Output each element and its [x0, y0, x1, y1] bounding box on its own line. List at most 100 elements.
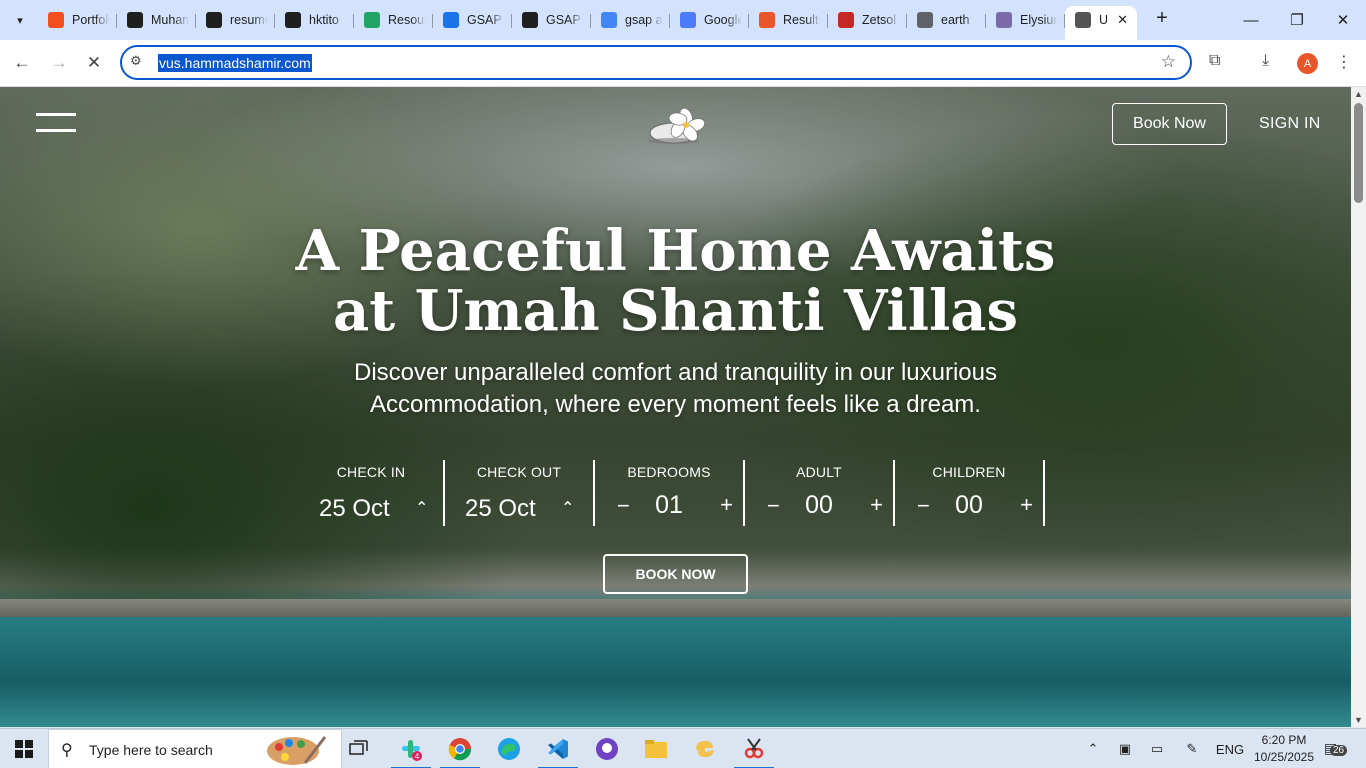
github-icon — [285, 12, 301, 28]
taskbar-app-edge[interactable] — [485, 729, 533, 768]
adult-increment-button[interactable]: + — [870, 492, 883, 518]
browser-tab[interactable]: Elysium — [986, 6, 1065, 34]
browser-tab-label: Elysium — [1020, 13, 1058, 27]
browser-tab-label: Portfolio — [72, 13, 110, 27]
chevron-up-icon[interactable]: ⌃ — [561, 498, 574, 518]
minimize-button[interactable]: — — [1228, 0, 1274, 40]
taskbar-app-github-desktop[interactable] — [583, 729, 631, 768]
browser-tab[interactable]: hktito — [275, 6, 354, 34]
site-icon — [1075, 12, 1091, 28]
extensions-icon[interactable]: ⧉ — [1209, 52, 1220, 70]
puzzle-icon — [364, 12, 380, 28]
openai-icon — [206, 12, 222, 28]
language-indicator[interactable]: ENG — [1212, 729, 1248, 768]
nav-book-now-button[interactable]: Book Now — [1112, 103, 1227, 145]
browser-tab[interactable]: resume — [196, 6, 275, 34]
close-tab-icon[interactable]: ✕ — [1117, 12, 1128, 28]
check-out-value[interactable]: 25 Oct — [465, 495, 536, 523]
taskbar-app-slack[interactable]: 4 — [387, 729, 435, 768]
results-icon — [759, 12, 775, 28]
taskbar-app-python[interactable] — [681, 729, 729, 768]
slack-icon: 4 — [402, 740, 422, 761]
scrollbar-thumb[interactable] — [1354, 103, 1363, 203]
taskbar-app-vscode[interactable] — [534, 729, 582, 768]
close-window-button[interactable]: ✕ — [1320, 0, 1366, 40]
notification-count-badge: 26 — [1330, 745, 1348, 756]
snipping-tool-icon — [744, 738, 764, 759]
children-increment-button[interactable]: + — [1020, 492, 1033, 518]
tab-list: Portfolio Muhammad resume hktito Resources GS… — [38, 6, 1137, 40]
hamburger-menu-icon[interactable] — [36, 113, 76, 135]
hero-subtitle-line1: Discover unparalleled comfort and tranqu… — [354, 359, 997, 386]
forward-button[interactable]: → — [44, 48, 74, 78]
address-bar[interactable]: ⚙ vus.hammadshamir.com ☆ — [120, 45, 1192, 80]
children-stepper: CHILDREN − 00 + — [895, 460, 1045, 526]
browser-tab[interactable]: Results — [749, 6, 828, 34]
browser-tab[interactable]: gsap a — [591, 6, 670, 34]
github-desktop-icon — [596, 738, 618, 760]
site-info-icon[interactable]: ⚙ — [130, 53, 142, 69]
browser-tab[interactable]: earth — [907, 6, 986, 34]
new-tab-button[interactable]: + — [1151, 8, 1173, 30]
tab-search-dropdown-icon[interactable]: ▾ — [6, 7, 34, 33]
scroll-up-arrow-icon[interactable]: ▲ — [1354, 89, 1363, 99]
search-icon: ⚲ — [61, 742, 73, 759]
downloads-icon[interactable]: ⤓ — [1262, 52, 1269, 70]
sign-in-link[interactable]: SIGN IN — [1259, 115, 1321, 133]
clock-date: 10/25/2025 — [1253, 750, 1315, 764]
python-icon — [696, 740, 714, 758]
system-clock[interactable]: 6:20 PM 10/25/2025 — [1253, 732, 1315, 766]
tray-overflow-chevron-icon[interactable]: ⌃ — [1082, 729, 1104, 768]
url-text[interactable]: vus.hammadshamir.com — [158, 54, 312, 72]
bolt-icon — [443, 12, 459, 28]
meet-now-icon[interactable]: ▣ — [1114, 729, 1136, 768]
scroll-down-arrow-icon[interactable]: ▼ — [1354, 715, 1363, 725]
globe-icon — [917, 12, 933, 28]
check-in-field[interactable]: CHECK IN 25 Oct ⌃ — [299, 460, 445, 526]
browser-tab[interactable]: Portfolio — [38, 6, 117, 34]
task-view-glyph-icon — [349, 740, 368, 755]
check-out-field[interactable]: CHECK OUT 25 Oct ⌃ — [445, 460, 595, 526]
browser-tab-label: Google — [704, 13, 742, 27]
taskbar-app-chrome[interactable] — [436, 729, 484, 768]
browser-tab[interactable]: Google — [670, 6, 749, 34]
stop-loading-button[interactable]: ✕ — [79, 48, 109, 78]
browser-tab-label: Muhammad — [151, 13, 189, 27]
frangipani-logo-icon[interactable] — [646, 103, 708, 147]
check-in-value[interactable]: 25 Oct — [319, 495, 390, 523]
hero-title-line2: at Umah Shanti Villas — [332, 278, 1019, 344]
taskbar-app-file-explorer[interactable] — [632, 729, 680, 768]
browser-tab[interactable]: Muhammad — [117, 6, 196, 34]
adult-label: ADULT — [796, 464, 842, 480]
task-view-icon[interactable] — [335, 729, 383, 768]
browser-tab[interactable]: Zetsol — [828, 6, 907, 34]
adult-stepper: ADULT − 00 + — [745, 460, 895, 526]
back-button[interactable]: ← — [7, 48, 37, 78]
browser-tab[interactable]: GSAP — [512, 6, 591, 34]
notification-center-icon[interactable]: ▤26 — [1324, 740, 1348, 757]
hero-title-line1: A Peaceful Home Awaits — [295, 218, 1056, 284]
browser-tab[interactable]: U ✕ — [1065, 6, 1137, 40]
bedrooms-increment-button[interactable]: + — [720, 492, 733, 518]
profile-avatar[interactable]: A — [1297, 53, 1318, 74]
check-in-label: CHECK IN — [336, 464, 406, 480]
page-scrollbar[interactable]: ▲ ▼ — [1351, 87, 1366, 727]
browser-menu-icon[interactable]: ⋮ — [1336, 52, 1352, 72]
book-now-submit-button[interactable]: BOOK NOW — [603, 554, 748, 594]
taskbar-search-box[interactable]: ⚲ Type here to search — [48, 729, 342, 768]
bookmark-star-icon[interactable]: ☆ — [1161, 52, 1176, 72]
browser-tab[interactable]: GSAP — [433, 6, 512, 34]
browser-tab[interactable]: Resources — [354, 6, 433, 34]
restore-button[interactable]: ❐ — [1274, 0, 1320, 40]
battery-icon[interactable]: ▭ — [1146, 729, 1168, 768]
bedrooms-label: BEDROOMS — [627, 464, 711, 480]
chevron-up-icon[interactable]: ⌃ — [415, 498, 428, 518]
chrome-icon — [448, 738, 472, 761]
bedrooms-stepper: BEDROOMS − 01 + — [595, 460, 745, 526]
taskbar-app-snipping-tool[interactable] — [730, 729, 778, 768]
clock-time: 6:20 PM — [1261, 733, 1307, 747]
pen-workspace-icon[interactable]: ✎ — [1180, 729, 1204, 768]
codepen-icon — [522, 12, 538, 28]
openai-icon — [127, 12, 143, 28]
start-button[interactable] — [0, 729, 48, 768]
